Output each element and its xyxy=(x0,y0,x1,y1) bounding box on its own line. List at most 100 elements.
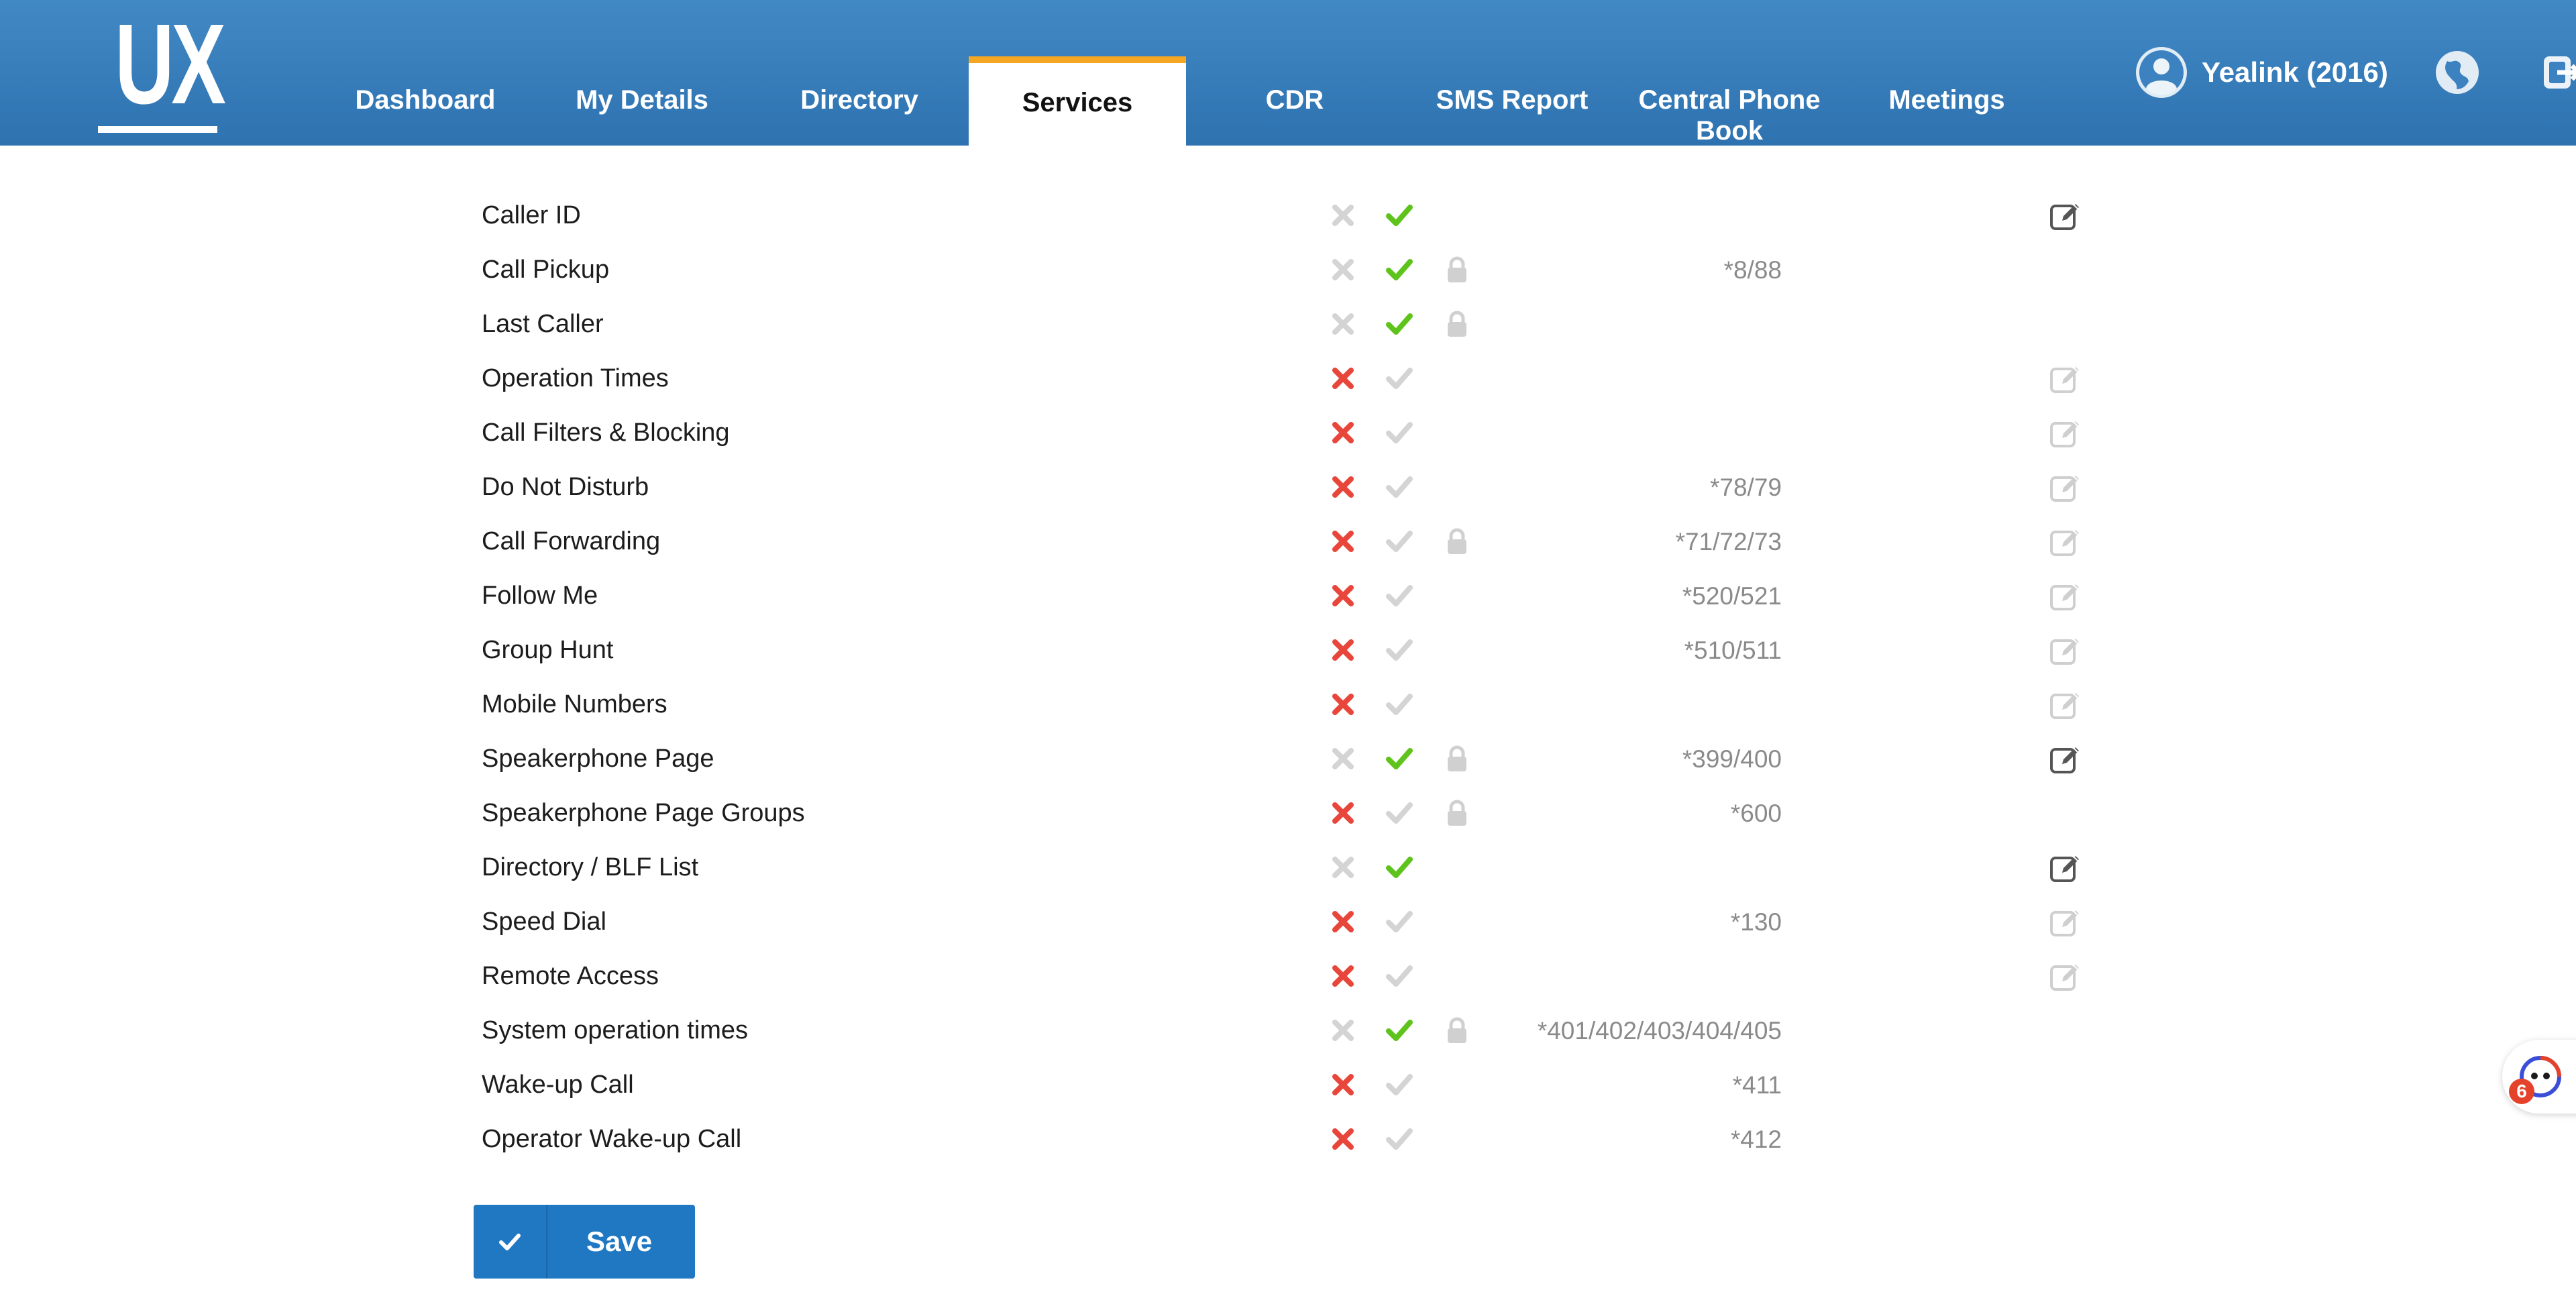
enable-check-icon[interactable] xyxy=(1385,907,1414,936)
ux-logo[interactable]: UX xyxy=(98,1,226,138)
nav-tab-dashboard[interactable]: Dashboard xyxy=(317,56,534,146)
service-name: Operation Times xyxy=(482,364,669,392)
service-row: Last Caller xyxy=(470,297,2106,351)
nav-tab-cdr[interactable]: CDR xyxy=(1186,56,1403,146)
disable-x-icon[interactable] xyxy=(1328,309,1358,339)
edit-icon[interactable] xyxy=(2049,960,2082,993)
service-row: Call Filters & Blocking xyxy=(470,406,2106,460)
enable-check-icon[interactable] xyxy=(1385,1124,1414,1154)
user-avatar-icon xyxy=(2136,47,2187,98)
enable-check-icon[interactable] xyxy=(1385,527,1414,556)
disable-x-icon[interactable] xyxy=(1328,201,1358,230)
disable-x-icon[interactable] xyxy=(1328,255,1358,284)
edit-icon[interactable] xyxy=(2049,743,2082,776)
enable-check-icon[interactable] xyxy=(1385,472,1414,502)
user-name: Yealink (2016) xyxy=(2202,56,2388,88)
disable-x-icon[interactable] xyxy=(1328,364,1358,393)
edit-icon[interactable] xyxy=(2049,688,2082,722)
nav-tab-central-phone-book[interactable]: Central Phone Book xyxy=(1621,56,1838,146)
service-row: Remote Access xyxy=(470,949,2106,1004)
lock-icon xyxy=(1442,744,1472,773)
disable-x-icon[interactable] xyxy=(1328,907,1358,936)
disable-x-icon[interactable] xyxy=(1328,1016,1358,1045)
globe-icon[interactable] xyxy=(2434,49,2481,96)
logo-underline xyxy=(98,126,217,133)
feature-code: *401/402/403/404/405 xyxy=(1537,1017,1782,1044)
service-name: System operation times xyxy=(482,1016,749,1044)
check-icon xyxy=(499,1234,521,1250)
disable-x-icon[interactable] xyxy=(1328,798,1358,828)
enable-check-icon[interactable] xyxy=(1385,309,1414,339)
feature-code xyxy=(1312,841,1782,895)
nav-tab-my-details[interactable]: My Details xyxy=(533,56,751,146)
disable-x-icon[interactable] xyxy=(1328,1124,1358,1154)
enable-check-icon[interactable] xyxy=(1385,961,1414,991)
feature-code: *600 xyxy=(1730,800,1782,827)
save-check-area xyxy=(474,1205,547,1279)
enable-check-icon[interactable] xyxy=(1385,255,1414,284)
disable-x-icon[interactable] xyxy=(1328,961,1358,991)
service-name: Call Forwarding xyxy=(482,527,661,555)
feature-code: *71/72/73 xyxy=(1675,528,1782,555)
edit-icon[interactable] xyxy=(2049,417,2082,450)
nav-tab-services[interactable]: Services xyxy=(969,56,1186,146)
disable-x-icon[interactable] xyxy=(1328,690,1358,719)
logo-text: UX xyxy=(115,1,226,128)
service-name: Wake-up Call xyxy=(482,1071,634,1099)
feature-code xyxy=(1312,351,1782,406)
enable-check-icon[interactable] xyxy=(1385,744,1414,773)
service-row: Follow Me *520/521 xyxy=(470,569,2106,623)
feature-code xyxy=(1312,406,1782,460)
feature-code: *412 xyxy=(1730,1126,1782,1153)
lock-icon xyxy=(1442,798,1472,828)
service-row: Do Not Disturb *78/79 xyxy=(470,460,2106,515)
enable-check-icon[interactable] xyxy=(1385,690,1414,719)
enable-check-icon[interactable] xyxy=(1385,418,1414,447)
edit-icon[interactable] xyxy=(2049,634,2082,667)
save-label: Save xyxy=(586,1226,653,1257)
enable-check-icon[interactable] xyxy=(1385,364,1414,393)
disable-x-icon[interactable] xyxy=(1328,581,1358,610)
disable-x-icon[interactable] xyxy=(1328,527,1358,556)
service-row: Group Hunt *510/511 xyxy=(470,623,2106,678)
enable-check-icon[interactable] xyxy=(1385,201,1414,230)
disable-x-icon[interactable] xyxy=(1328,472,1358,502)
enable-check-icon[interactable] xyxy=(1385,853,1414,882)
disable-x-icon[interactable] xyxy=(1328,418,1358,447)
user-menu[interactable]: Yealink (2016) xyxy=(2135,44,2388,101)
disable-x-icon[interactable] xyxy=(1328,1070,1358,1099)
nav-tab-meetings[interactable]: Meetings xyxy=(1838,56,2055,146)
edit-icon[interactable] xyxy=(2049,580,2082,613)
service-row: Speed Dial *130 xyxy=(470,895,2106,949)
enable-check-icon[interactable] xyxy=(1385,581,1414,610)
service-row: Wake-up Call *411 xyxy=(470,1058,2106,1112)
feature-code: *78/79 xyxy=(1710,474,1782,501)
service-name: Do Not Disturb xyxy=(482,473,649,501)
edit-icon[interactable] xyxy=(2049,525,2082,559)
service-row: Call Forwarding *71/72/73 xyxy=(470,515,2106,569)
nav-tab-sms-report[interactable]: SMS Report xyxy=(1403,56,1621,146)
service-name: Last Caller xyxy=(482,310,604,338)
edit-icon[interactable] xyxy=(2049,906,2082,939)
lock-icon xyxy=(1442,255,1472,284)
enable-check-icon[interactable] xyxy=(1385,1070,1414,1099)
enable-check-icon[interactable] xyxy=(1385,798,1414,828)
edit-icon[interactable] xyxy=(2049,199,2082,233)
service-name: Follow Me xyxy=(482,582,598,610)
enable-check-icon[interactable] xyxy=(1385,635,1414,665)
disable-x-icon[interactable] xyxy=(1328,744,1358,773)
edit-icon[interactable] xyxy=(2049,851,2082,885)
edit-icon[interactable] xyxy=(2049,362,2082,396)
logout-icon[interactable] xyxy=(2541,52,2576,93)
service-name: Speed Dial xyxy=(482,908,606,936)
disable-x-icon[interactable] xyxy=(1328,853,1358,882)
edit-icon[interactable] xyxy=(2049,471,2082,504)
feature-code: *510/511 xyxy=(1684,637,1782,664)
enable-check-icon[interactable] xyxy=(1385,1016,1414,1045)
service-name: Caller ID xyxy=(482,201,581,229)
save-button[interactable]: Save xyxy=(474,1205,695,1279)
notification-badge: 6 xyxy=(2509,1079,2534,1104)
disable-x-icon[interactable] xyxy=(1328,635,1358,665)
nav-tab-directory[interactable]: Directory xyxy=(751,56,968,146)
chat-widget[interactable]: 6 xyxy=(2502,1040,2576,1114)
